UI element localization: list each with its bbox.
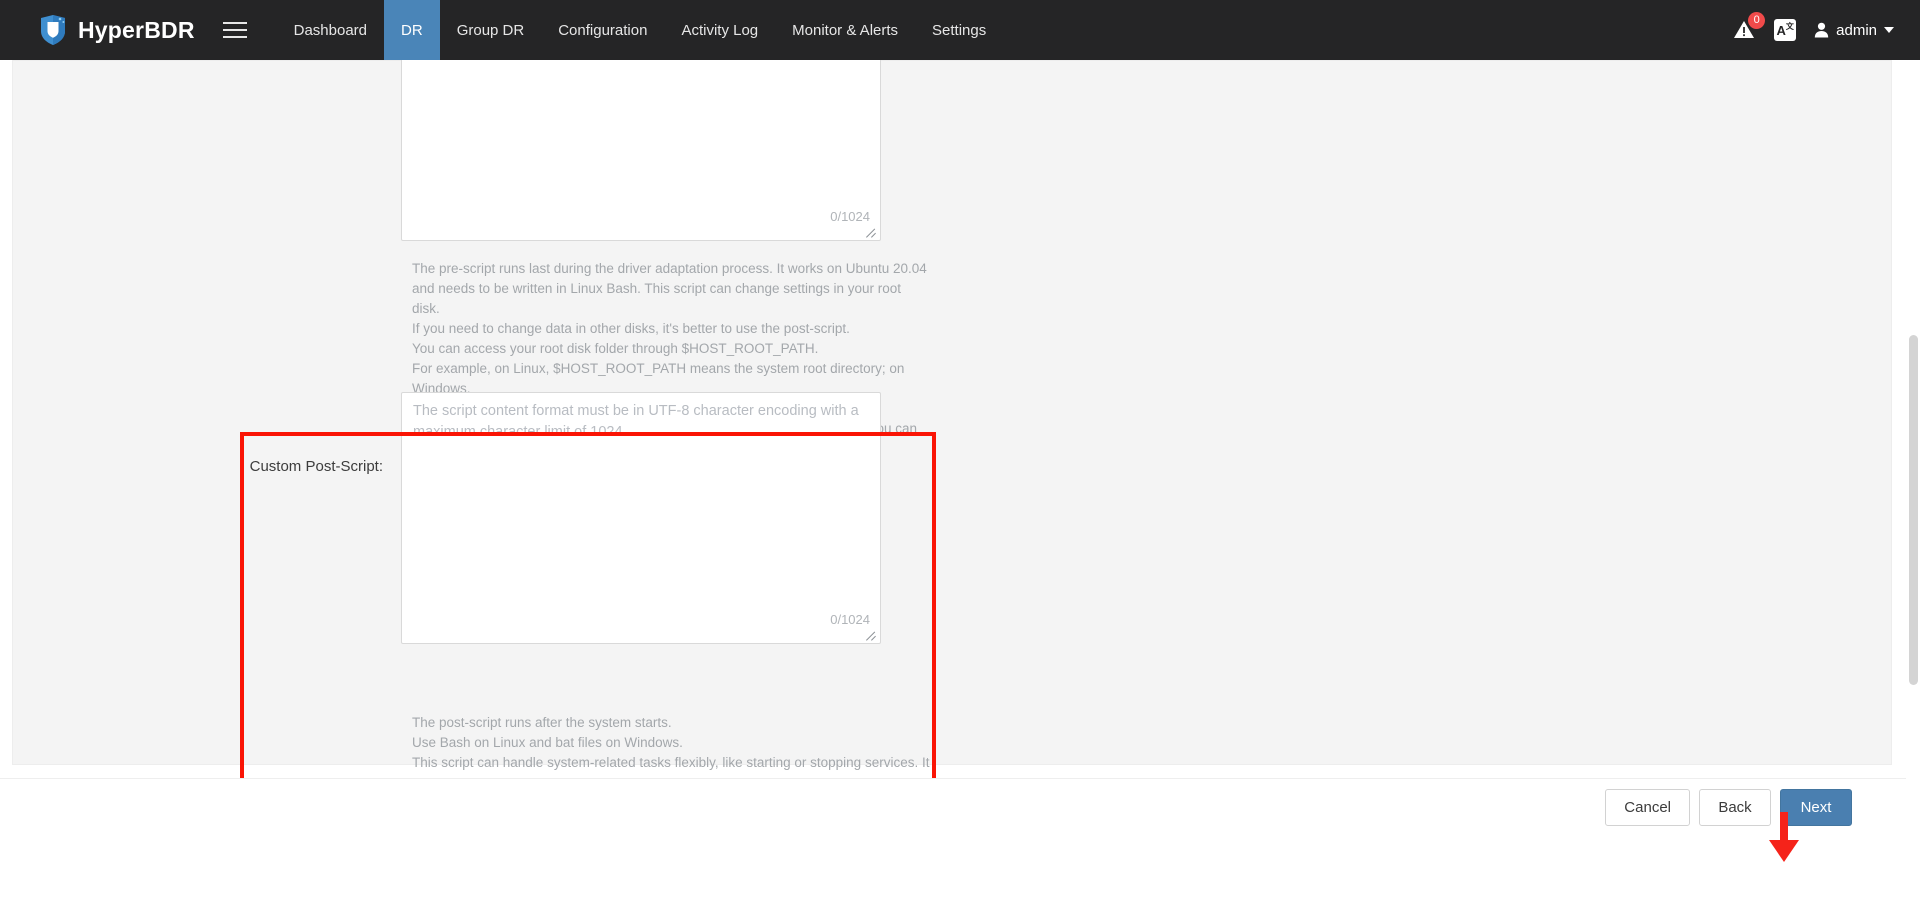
language-switch-icon[interactable]: A文 xyxy=(1774,19,1797,41)
chevron-down-icon xyxy=(1884,27,1894,33)
nav-item-dr[interactable]: DR xyxy=(384,0,440,60)
script-form: 0/1024 The pre-script runs last during t… xyxy=(13,1,1891,810)
wizard-step-card: 0/1024 The pre-script runs last during t… xyxy=(12,1,1892,810)
post-script-char-counter: 0/1024 xyxy=(830,612,870,627)
hamburger-line xyxy=(222,22,247,24)
top-bar-right-controls: 0 A文 admin xyxy=(1732,0,1920,60)
back-button[interactable]: Back xyxy=(1699,789,1771,826)
user-name-label: admin xyxy=(1836,21,1877,39)
nav-item-settings[interactable]: Settings xyxy=(915,0,1003,60)
nav-item-activity-log[interactable]: Activity Log xyxy=(664,0,775,60)
user-menu[interactable]: admin xyxy=(1814,22,1894,39)
custom-post-script-textarea[interactable]: The script content format must be in UTF… xyxy=(401,392,881,644)
nav-item-configuration[interactable]: Configuration xyxy=(541,0,664,60)
next-button[interactable]: Next xyxy=(1780,789,1852,826)
user-avatar-icon xyxy=(1814,22,1829,38)
language-icon-letter: A xyxy=(1776,22,1786,38)
wizard-footer: Cancel Back Next xyxy=(0,778,1920,840)
hamburger-menu-icon[interactable] xyxy=(217,0,259,60)
hyperbdr-shield-icon xyxy=(41,15,65,45)
main-nav: Dashboard DR Group DR Configuration Acti… xyxy=(277,0,1004,60)
page-body: 0/1024 The pre-script runs last during t… xyxy=(0,1,1920,900)
language-icon-sup: 文 xyxy=(1785,21,1794,31)
nav-item-dashboard[interactable]: Dashboard xyxy=(277,0,384,60)
alerts-badge-count: 0 xyxy=(1748,12,1766,29)
pre-script-resize-handle[interactable] xyxy=(865,225,879,239)
footer-button-group: Cancel Back Next xyxy=(1605,789,1852,826)
post-script-resize-handle[interactable] xyxy=(865,628,879,642)
brand-logo-area[interactable]: HyperBDR xyxy=(0,0,217,60)
brand-name: HyperBDR xyxy=(78,16,195,43)
pre-script-char-counter: 0/1024 xyxy=(830,209,870,224)
nav-item-group-dr[interactable]: Group DR xyxy=(440,0,542,60)
hamburger-line xyxy=(222,36,247,38)
alerts-button[interactable]: 0 xyxy=(1732,12,1766,43)
nav-item-monitor-alerts[interactable]: Monitor & Alerts xyxy=(775,0,915,60)
top-navigation-bar: HyperBDR Dashboard DR Group DR Configura… xyxy=(0,0,1920,60)
custom-post-script-label: Custom Post-Script: xyxy=(249,458,383,475)
cancel-button[interactable]: Cancel xyxy=(1605,789,1690,826)
hamburger-line xyxy=(222,29,247,31)
post-script-placeholder: The script content format must be in UTF… xyxy=(413,403,859,440)
page-scrollbar[interactable] xyxy=(1906,120,1920,900)
page-scrollbar-thumb[interactable] xyxy=(1909,335,1918,685)
